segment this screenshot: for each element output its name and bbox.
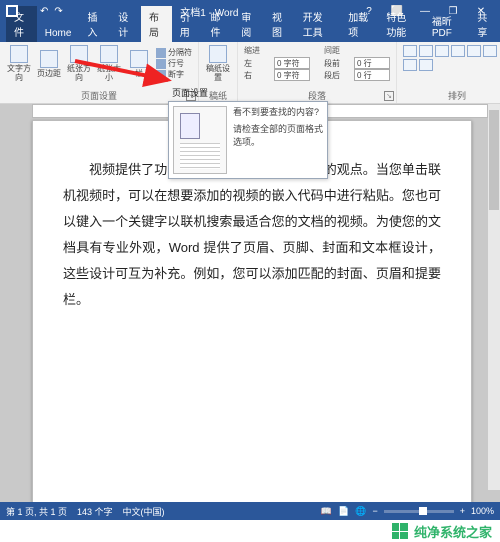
text-direction-icon — [10, 45, 28, 63]
view-web-icon[interactable]: 🌐 — [355, 506, 366, 517]
zoom-slider[interactable] — [384, 510, 454, 513]
paper-icon — [209, 45, 227, 63]
watermark-logo-icon — [392, 523, 408, 539]
group-arrange: 排列 — [397, 42, 500, 103]
size-button[interactable]: 纸张大小 — [96, 45, 122, 82]
text-direction-button[interactable]: 文字方向 — [6, 45, 32, 82]
page-setup-tooltip: 页面设置 看不到要查找的内容? 请检查全部的页面格式选项。 — [168, 84, 328, 179]
redo-icon[interactable]: ↷ — [54, 6, 62, 17]
share-button[interactable]: 共享 — [469, 6, 500, 42]
tab-special[interactable]: 特色功能 — [378, 6, 424, 42]
status-page[interactable]: 第 1 页, 共 1 页 — [6, 505, 67, 518]
watermark-text: 纯净系统之家 — [414, 522, 492, 541]
tab-insert[interactable]: 插入 — [79, 6, 110, 42]
tab-addin[interactable]: 加载项 — [340, 6, 378, 42]
hyphenation-button[interactable]: 断字 — [156, 69, 192, 80]
scrollbar-thumb[interactable] — [489, 110, 499, 210]
wrap-text-button[interactable] — [419, 45, 433, 57]
zoom-out-button[interactable]: − — [372, 506, 377, 516]
tab-layout[interactable]: 布局 — [141, 6, 172, 42]
tab-mail[interactable]: 邮件 — [202, 6, 233, 42]
send-backward-button[interactable] — [451, 45, 465, 57]
paper-settings-button[interactable]: 稿纸设置 — [205, 45, 231, 82]
tab-foxit[interactable]: 福昕PDF — [424, 10, 470, 42]
tooltip-question: 看不到要查找的内容? — [233, 106, 323, 119]
tooltip-thumbnail-icon — [173, 106, 227, 174]
margins-icon — [40, 50, 58, 68]
tab-view[interactable]: 视图 — [264, 6, 295, 42]
tab-quote[interactable]: 引用 — [172, 6, 203, 42]
tab-review[interactable]: 审阅 — [233, 6, 264, 42]
breaks-icon — [156, 48, 166, 58]
bring-forward-button[interactable] — [435, 45, 449, 57]
selection-pane-button[interactable] — [467, 45, 481, 57]
indent-right-field[interactable]: 右0 字符 — [244, 69, 310, 81]
document-body[interactable]: 视频提供了功能强大的方法帮助您证明您的观点。当您单击联机视频时，可以在想要添加的… — [63, 157, 441, 313]
vertical-scrollbar[interactable] — [488, 104, 500, 490]
spacing-header: 间距 — [324, 45, 390, 56]
spacing-before-field[interactable]: 段前0 行 — [324, 57, 390, 69]
align-button[interactable] — [483, 45, 497, 57]
line-numbers-button[interactable]: 行号 — [156, 58, 192, 69]
status-language[interactable]: 中文(中国) — [123, 505, 165, 518]
orientation-button[interactable]: 纸张方向 — [66, 45, 92, 82]
paragraph-launcher[interactable]: ↘ — [384, 91, 394, 101]
view-read-icon[interactable]: 📖 — [321, 506, 332, 517]
rotate-button[interactable] — [419, 59, 433, 71]
tooltip-title: 页面设置 — [172, 86, 328, 99]
tab-home[interactable]: Home — [37, 25, 80, 42]
zoom-in-button[interactable]: + — [460, 506, 465, 516]
tab-dev[interactable]: 开发工具 — [295, 6, 341, 42]
line-numbers-icon — [156, 59, 166, 69]
indent-header: 缩进 — [244, 45, 310, 56]
ribbon-tabbar: 文件 Home 插入 设计 布局 引用 邮件 审阅 视图 开发工具 加载项 特色… — [0, 22, 500, 42]
size-icon — [100, 45, 118, 63]
margins-button[interactable]: 页边距 — [36, 50, 62, 78]
word-app-icon — [6, 5, 18, 17]
status-word-count[interactable]: 143 个字 — [77, 505, 113, 518]
position-button[interactable] — [403, 45, 417, 57]
view-print-icon[interactable]: 📄 — [338, 506, 349, 517]
group-button[interactable] — [403, 59, 417, 71]
columns-button[interactable]: 栏 — [126, 50, 152, 78]
group-label: 排列 — [397, 89, 500, 102]
watermark-bar: 纯净系统之家 — [0, 520, 500, 542]
hyphenation-icon — [156, 70, 166, 80]
spacing-after-field[interactable]: 段后0 行 — [324, 69, 390, 81]
indent-left-field[interactable]: 左0 字符 — [244, 57, 310, 69]
columns-icon — [130, 50, 148, 68]
breaks-button[interactable]: 分隔符 — [156, 47, 192, 58]
status-bar: 第 1 页, 共 1 页 143 个字 中文(中国) 📖 📄 🌐 − + 100… — [0, 502, 500, 520]
zoom-level[interactable]: 100% — [471, 506, 494, 516]
undo-icon[interactable]: ↶ — [40, 6, 48, 17]
tooltip-desc: 请检查全部的页面格式选项。 — [233, 123, 323, 149]
orientation-icon — [70, 45, 88, 63]
tab-design[interactable]: 设计 — [110, 6, 141, 42]
